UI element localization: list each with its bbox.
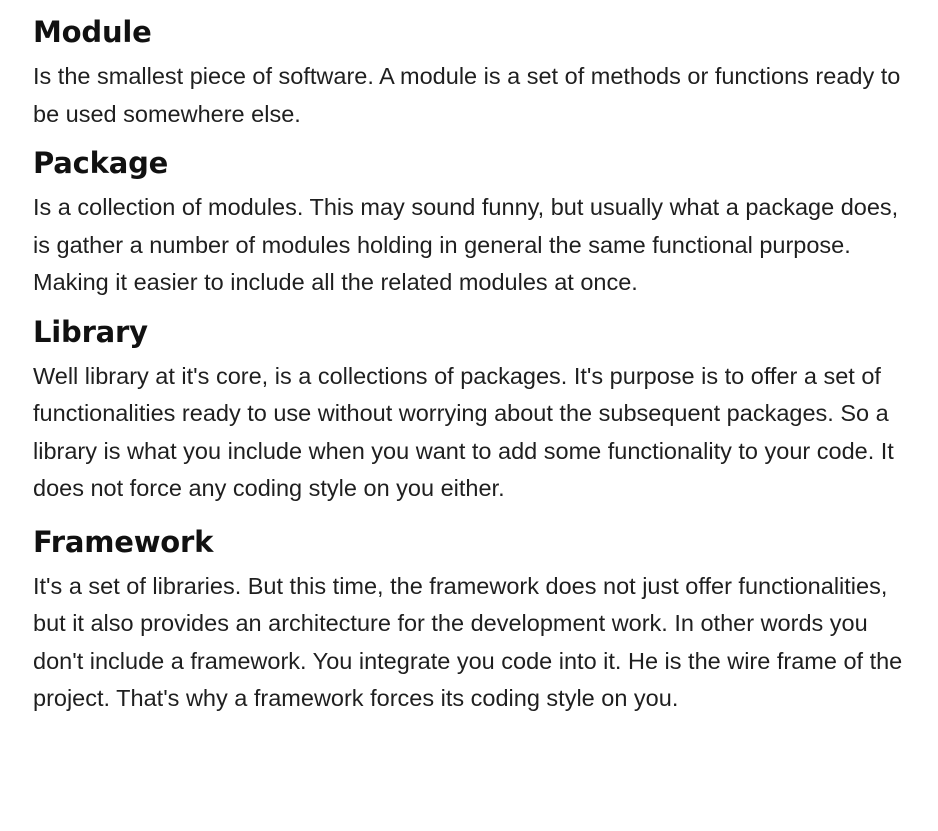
section-package: Package Is a collection of modules. This… <box>33 143 903 302</box>
section-body: Is the smallest piece of software. A mod… <box>33 63 901 127</box>
section-heading: Framework <box>33 524 214 559</box>
section-body: Is a collection of modules. This may sou… <box>33 194 899 295</box>
section-heading: Library <box>33 314 148 349</box>
section-framework: Framework It's a set of libraries. But t… <box>33 522 903 718</box>
section-library: Library Well library at it's core, is a … <box>33 312 903 508</box>
section-heading: Package <box>33 146 169 180</box>
document-content: Module Is the smallest piece of software… <box>33 12 903 732</box>
section-heading: Module <box>33 15 152 49</box>
section-body: It's a set of libraries. But this time, … <box>33 572 903 712</box>
section-module: Module Is the smallest piece of software… <box>33 12 903 133</box>
section-body: Well library at it's core, is a collecti… <box>33 362 894 502</box>
